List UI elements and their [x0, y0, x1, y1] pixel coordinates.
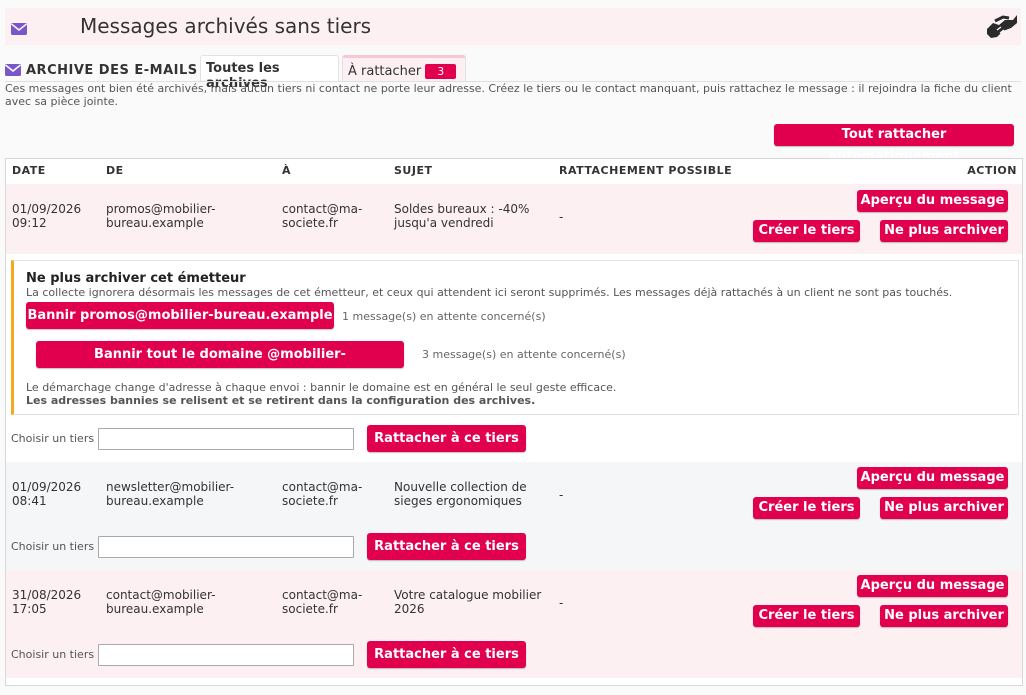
- date-cell: 01/09/2026 08:41: [12, 480, 82, 508]
- tab-bar: ARCHIVE DES E-MAILS Toutes les archives …: [0, 55, 1026, 91]
- count-badge: 3: [425, 64, 457, 79]
- ban-sender-panel: Ne plus archiver cet émetteur La collect…: [11, 260, 1019, 415]
- attach-button[interactable]: Rattacher à ce tiers: [367, 533, 526, 560]
- to-cell: contact@ma-societe.fr: [282, 202, 363, 230]
- header-date: DATE: [12, 164, 46, 177]
- table-row: 01/09/2026 08:41 newsletter@mobilier-bure…: [6, 462, 1022, 532]
- possible-cell: -: [559, 488, 564, 502]
- page-title: Messages archivés sans tiers: [80, 14, 372, 38]
- from-cell: promos@mobilier-bureau.example: [106, 202, 216, 230]
- ban-note: Le démarchage change d'adresse à chaque …: [26, 381, 617, 394]
- subject-cell: Votre catalogue mobilier 2026: [394, 588, 542, 616]
- possible-cell: -: [559, 210, 564, 224]
- attach-row: Choisir un tiers Rattacher à ce tiers: [6, 418, 1022, 462]
- tab-to-attach[interactable]: À rattacher 3: [342, 55, 466, 82]
- create-thirdparty-button[interactable]: Créer le tiers: [753, 605, 860, 627]
- header-action: ACTION: [967, 164, 1017, 177]
- subject-cell: Nouvelle collection de sieges ergonomique…: [394, 480, 527, 508]
- table-row: 31/08/2026 17:05 contact@mobilier-bureau.…: [6, 570, 1022, 640]
- stop-archiving-button[interactable]: Ne plus archiver: [880, 605, 1008, 627]
- tab-email-archive: ARCHIVE DES E-MAILS: [5, 59, 198, 81]
- envelope-icon: [11, 20, 27, 39]
- date-cell: 01/09/2026 09:12: [12, 202, 82, 230]
- create-thirdparty-button[interactable]: Créer le tiers: [753, 497, 860, 519]
- choose-thirdparty-label: Choisir un tiers: [11, 648, 95, 661]
- handshake-icon: [985, 11, 1019, 45]
- table-row: 01/09/2026 09:12 promos@mobilier-bureau.e…: [6, 184, 1022, 254]
- auto-attach-all-button[interactable]: Tout rattacher automatiquement: [774, 124, 1014, 164]
- thirdparty-input[interactable]: [98, 536, 354, 558]
- to-cell: contact@ma-societe.fr: [282, 588, 363, 616]
- create-thirdparty-button[interactable]: Créer le tiers: [753, 220, 860, 242]
- ban-panel-title: Ne plus archiver cet émetteur: [26, 271, 246, 286]
- thirdparty-input[interactable]: [98, 428, 354, 450]
- header-from: DE: [106, 164, 124, 177]
- stop-archiving-button[interactable]: Ne plus archiver: [880, 497, 1008, 519]
- header-to: À: [282, 164, 292, 177]
- from-cell: contact@mobilier-bureau.example: [106, 588, 216, 616]
- tab-all-archives[interactable]: Toutes les archives: [200, 55, 339, 91]
- ban-panel-description: La collecte ignorera désormais les messa…: [26, 286, 953, 299]
- ban-domain-button[interactable]: Bannir tout le domaine @mobilier-bureau.…: [36, 341, 404, 389]
- possible-cell: -: [559, 596, 564, 610]
- tab-to-attach-label: À rattacher: [348, 64, 422, 79]
- ban-config-note: Les adresses bannies se relisent et se r…: [26, 394, 536, 407]
- ban-address-button[interactable]: Bannir promos@mobilier-bureau.example: [26, 302, 334, 329]
- preview-message-button[interactable]: Aperçu du message: [857, 190, 1008, 212]
- thirdparty-input[interactable]: [98, 644, 354, 666]
- choose-thirdparty-label: Choisir un tiers: [11, 540, 95, 553]
- info-text: Ces messages ont bien été archivés, mais…: [5, 82, 1012, 108]
- choose-thirdparty-label: Choisir un tiers: [11, 432, 95, 445]
- ban-address-count: 1 message(s) en attente concerné(s): [342, 310, 546, 323]
- ban-domain-count: 3 message(s) en attente concerné(s): [422, 348, 626, 361]
- attach-row: Choisir un tiers Rattacher à ce tiers: [6, 634, 1022, 678]
- envelope-icon: [5, 61, 21, 80]
- tab-email-archive-label: ARCHIVE DES E-MAILS: [26, 62, 198, 78]
- stop-archiving-button[interactable]: Ne plus archiver: [880, 220, 1008, 242]
- title-bar: Messages archivés sans tiers: [5, 8, 1021, 45]
- preview-message-button[interactable]: Aperçu du message: [857, 467, 1008, 489]
- date-cell: 31/08/2026 17:05: [12, 588, 82, 616]
- header-subject: SUJET: [394, 164, 433, 177]
- attach-button[interactable]: Rattacher à ce tiers: [367, 425, 526, 452]
- header-possible: RATTACHEMENT POSSIBLE: [559, 164, 733, 177]
- attach-button[interactable]: Rattacher à ce tiers: [367, 641, 526, 668]
- attach-row: Choisir un tiers Rattacher à ce tiers: [6, 526, 1022, 570]
- preview-message-button[interactable]: Aperçu du message: [857, 575, 1008, 597]
- to-cell: contact@ma-societe.fr: [282, 480, 363, 508]
- subject-cell: Soldes bureaux : -40% jusqu'a vendredi: [394, 202, 530, 230]
- from-cell: newsletter@mobilier-bureau.example: [106, 480, 235, 508]
- messages-table: DATE DE À SUJET RATTACHEMENT POSSIBLE AC…: [5, 158, 1023, 686]
